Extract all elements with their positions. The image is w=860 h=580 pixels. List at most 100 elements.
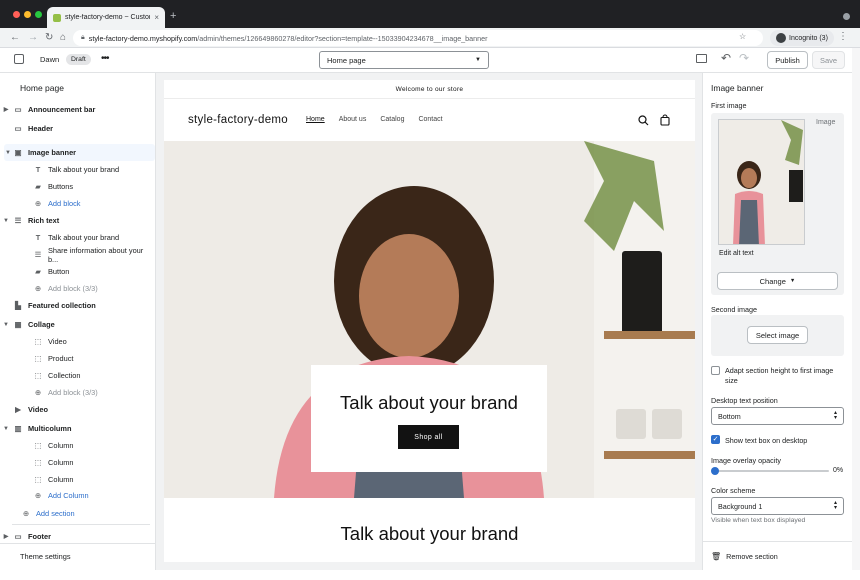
search-icon[interactable] <box>638 115 649 126</box>
sidebar-item-multicolumn[interactable]: ▼ ▥ Multicolumn <box>0 420 155 437</box>
new-tab-icon[interactable]: + <box>170 11 176 22</box>
divider <box>702 541 852 542</box>
bookmark-star-icon[interactable]: ☆ <box>739 32 746 41</box>
sidebar-block-video[interactable]: ⬚ Video <box>0 333 155 350</box>
plus-circle-icon: ⊕ <box>34 388 42 397</box>
overlay-opacity-value: 0% <box>833 467 844 474</box>
home-icon[interactable]: ⌂ <box>60 32 66 44</box>
rich-text-icon: ☰ <box>14 216 22 225</box>
plus-circle-icon: ⊕ <box>22 509 30 518</box>
overlay-opacity-track[interactable] <box>713 470 829 472</box>
sidebar-block-talk-about-brand[interactable]: T Talk about your brand <box>0 161 155 178</box>
sidebar-item-label: Featured collection <box>28 301 96 310</box>
add-column-button[interactable]: ⊕ Add Column <box>0 487 155 504</box>
sidebar-item-video[interactable]: ▶ Video <box>0 401 155 418</box>
maximize-window-icon[interactable] <box>35 11 42 18</box>
nav-catalog[interactable]: Catalog <box>380 116 404 123</box>
nav-contact[interactable]: Contact <box>418 116 442 123</box>
cart-icon[interactable] <box>660 114 670 126</box>
browser-menu-icon[interactable]: ⋮ <box>838 31 848 42</box>
publish-button[interactable]: Publish <box>767 51 808 69</box>
sidebar-block-column[interactable]: ⬚ Column <box>0 454 155 471</box>
select-image-button[interactable]: Select image <box>747 326 808 344</box>
save-button[interactable]: Save <box>812 51 845 69</box>
url-path: /admin/themes/126649860278/editor?sectio… <box>197 33 488 43</box>
desktop-text-position-value: Bottom <box>718 411 741 421</box>
color-scheme-help: Visible when text box displayed <box>711 517 806 524</box>
sidebar-item-featured-collection[interactable]: ▙ Featured collection <box>0 297 155 314</box>
remove-section-button[interactable]: 🗑︎ Remove section <box>711 552 778 561</box>
tab-search-icon[interactable] <box>843 13 850 20</box>
desktop-text-position-label: Desktop text position <box>711 396 778 405</box>
theme-settings-link[interactable]: Theme settings <box>20 552 71 561</box>
page-selector[interactable]: Home page ▼ <box>319 51 489 69</box>
add-block-button[interactable]: ⊕ Add block <box>0 195 155 212</box>
chevron-down-icon[interactable]: ▼ <box>0 218 12 224</box>
tab-title: style-factory-demo ~ Customi... <box>65 14 150 21</box>
window-scrollbar[interactable] <box>852 48 860 570</box>
chevron-down-icon[interactable]: ▼ <box>4 150 12 156</box>
sidebar-block-column[interactable]: ⬚ Column <box>0 437 155 454</box>
change-image-button[interactable]: Change ▼ <box>717 272 838 290</box>
shopify-favicon-icon <box>53 13 61 22</box>
chevron-right-icon[interactable]: ▶ <box>0 106 12 113</box>
close-window-icon[interactable] <box>13 11 20 18</box>
sidebar-item-collage[interactable]: ▼ ▦ Collage <box>0 316 155 333</box>
lock-icon: 🔒︎ <box>81 34 85 41</box>
sidebar-block-collection[interactable]: ⬚ Collection <box>0 367 155 384</box>
first-image-label: First image <box>711 101 747 110</box>
store-logo[interactable]: style-factory-demo <box>188 114 288 126</box>
shop-all-button[interactable]: Shop all <box>398 425 459 449</box>
dashed-square-icon: ⬚ <box>34 371 42 380</box>
sidebar-item-label: Column <box>48 458 74 467</box>
sidebar-item-image-banner[interactable]: ▼ ▣ Image banner <box>4 144 155 161</box>
overlay-opacity-slider-thumb[interactable] <box>711 467 719 475</box>
browser-tab[interactable]: style-factory-demo ~ Customi... × <box>47 7 165 28</box>
show-text-box-label: Show text box on desktop <box>725 436 808 445</box>
sections-sidebar: Home page ▶ ▭ Announcement bar ▭ Header … <box>0 73 156 570</box>
color-scheme-select[interactable]: Background 1 ▴ ▾ <box>711 497 844 515</box>
sidebar-block-buttons[interactable]: ▰ Buttons <box>0 178 155 195</box>
sidebar-item-label: Image banner <box>28 148 77 157</box>
chevron-down-icon[interactable]: ▼ <box>0 322 12 328</box>
plus-circle-icon: ⊕ <box>34 491 42 500</box>
sidebar-block-heading[interactable]: T Talk about your brand <box>0 229 155 246</box>
forward-icon[interactable]: → <box>28 32 38 44</box>
first-image-thumbnail[interactable] <box>718 119 805 245</box>
incognito-label: Incognito (3) <box>789 34 828 42</box>
hero-heading: Talk about your brand <box>340 392 518 413</box>
sidebar-block-share-info[interactable]: ☰ Share information about your b... <box>0 246 155 264</box>
chevron-right-icon[interactable]: ▶ <box>0 533 12 540</box>
sidebar-item-label: Add block (3/3) <box>48 388 98 397</box>
more-actions-icon[interactable]: ••• <box>101 53 109 64</box>
desktop-text-position-select[interactable]: Bottom ▴ ▾ <box>711 407 844 425</box>
back-icon[interactable]: ← <box>10 32 20 44</box>
chevron-down-icon[interactable]: ▼ <box>0 426 12 432</box>
divider <box>0 543 155 544</box>
exit-editor-icon[interactable] <box>14 54 24 64</box>
sidebar-block-column[interactable]: ⬚ Column <box>0 471 155 488</box>
sidebar-item-header[interactable]: ▭ Header <box>0 120 155 137</box>
adapt-height-checkbox[interactable] <box>711 366 720 375</box>
sidebar-item-label: Multicolumn <box>28 424 72 433</box>
desktop-view-icon[interactable] <box>696 54 707 63</box>
nav-about-us[interactable]: About us <box>339 116 367 123</box>
store-nav: Home About us Catalog Contact <box>306 116 443 123</box>
nav-home[interactable]: Home <box>306 116 325 123</box>
incognito-indicator[interactable]: Incognito (3) <box>770 30 834 46</box>
close-tab-icon[interactable]: × <box>154 13 159 22</box>
sidebar-block-button[interactable]: ▰ Button <box>0 263 155 280</box>
sidebar-item-rich-text[interactable]: ▼ ☰ Rich text <box>0 212 155 229</box>
minimize-window-icon[interactable] <box>24 11 31 18</box>
redo-icon[interactable]: ↷ <box>739 51 749 65</box>
sidebar-item-announcement-bar[interactable]: ▶ ▭ Announcement bar <box>0 101 155 118</box>
add-section-button[interactable]: ⊕ Add section <box>0 505 155 522</box>
address-bar[interactable]: 🔒︎ style-factory-demo.myshopify.com/admi… <box>73 30 763 46</box>
edit-alt-text-link[interactable]: Edit alt text <box>719 250 754 257</box>
sidebar-item-label: Collection <box>48 371 81 380</box>
sidebar-block-product[interactable]: ⬚ Product <box>0 350 155 367</box>
show-text-box-checkbox[interactable]: ✓ <box>711 435 720 444</box>
reload-icon[interactable]: ↻ <box>45 32 53 44</box>
undo-icon[interactable]: ↶ <box>721 51 731 65</box>
footer-icon: ▭ <box>14 532 22 541</box>
